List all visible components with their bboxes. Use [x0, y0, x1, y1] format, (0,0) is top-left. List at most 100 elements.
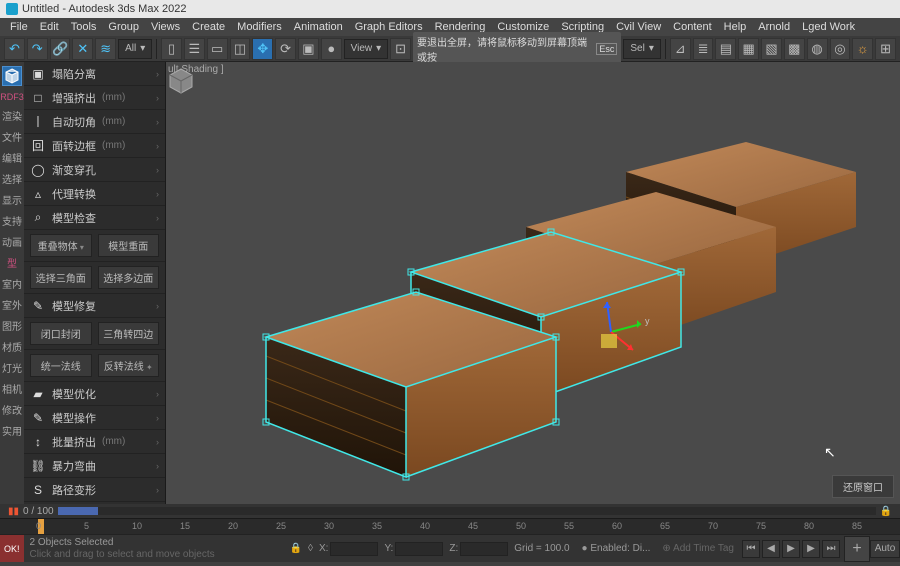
- select-name-button[interactable]: ☰: [184, 38, 205, 60]
- tool-surface-deform[interactable]: ⌇曲面变形›: [24, 502, 165, 504]
- rotate-button[interactable]: ⟳: [275, 38, 296, 60]
- bind-button[interactable]: ≋: [95, 38, 116, 60]
- tab-label[interactable]: 实用: [2, 423, 22, 438]
- tab-label[interactable]: 显示: [2, 192, 22, 207]
- btn-flip-normals[interactable]: 反转法线: [98, 354, 160, 377]
- tab-label[interactable]: 室外: [2, 297, 22, 312]
- tab-label[interactable]: 渲染: [2, 108, 22, 123]
- menu-content[interactable]: Content: [667, 21, 718, 33]
- placement-button[interactable]: ●: [321, 38, 342, 60]
- tab-label[interactable]: 室内: [2, 276, 22, 291]
- tool-batch-extrude[interactable]: ↕批量挤出(mm)›: [24, 430, 165, 454]
- tool-collapse-separate[interactable]: ▣塌陷分离›: [24, 62, 165, 86]
- perspective-viewport[interactable]: ult Shading ]: [166, 62, 900, 504]
- mirror-button[interactable]: ⊿: [670, 38, 691, 60]
- btn-tri-to-quad[interactable]: 三角转四边: [98, 322, 160, 345]
- menu-edit[interactable]: Edit: [34, 21, 65, 33]
- time-slider[interactable]: [58, 507, 876, 515]
- lock-sel-icon[interactable]: 🔒: [290, 543, 302, 554]
- tool-face-to-border[interactable]: 回面转边框(mm)›: [24, 134, 165, 158]
- btn-select-ngon[interactable]: 选择多边面: [98, 266, 160, 289]
- schematic-button[interactable]: ▧: [761, 38, 782, 60]
- ref-coord-system[interactable]: View▾: [344, 39, 389, 59]
- align-button[interactable]: ≣: [693, 38, 714, 60]
- scale-button[interactable]: ▣: [298, 38, 319, 60]
- tab-label[interactable]: 文件: [2, 129, 22, 144]
- render-frame-button[interactable]: ◎: [830, 38, 851, 60]
- window-crossing-button[interactable]: ◫: [230, 38, 251, 60]
- tab-label[interactable]: 灯光: [2, 360, 22, 375]
- unlink-button[interactable]: ✕: [72, 38, 93, 60]
- x-input[interactable]: [330, 542, 378, 556]
- selection-filter[interactable]: All▾: [118, 39, 152, 59]
- menu-group[interactable]: Group: [102, 21, 145, 33]
- isolate-icon[interactable]: ◊: [308, 543, 313, 554]
- status-bar: OK! 2 Objects Selected Click and drag to…: [0, 534, 900, 562]
- auto-key-button[interactable]: Auto: [870, 540, 900, 558]
- goto-end-button[interactable]: ⏭: [822, 540, 840, 558]
- tool-model-repair[interactable]: ✎模型修复›: [24, 294, 165, 318]
- play-button[interactable]: ▶: [782, 540, 800, 558]
- material-editor-button[interactable]: ▩: [784, 38, 805, 60]
- layers-button[interactable]: ▤: [715, 38, 736, 60]
- prev-frame-button[interactable]: ◀: [762, 540, 780, 558]
- tab-label[interactable]: 相机: [2, 381, 22, 396]
- z-input[interactable]: [460, 542, 508, 556]
- menu-arnold[interactable]: Arnold: [752, 21, 796, 33]
- tab-label[interactable]: 图形: [2, 318, 22, 333]
- tool-model-optimize[interactable]: ▰模型优化›: [24, 382, 165, 406]
- menu-animation[interactable]: Animation: [288, 21, 349, 33]
- tab-label[interactable]: 支持: [2, 213, 22, 228]
- select-button[interactable]: ▯: [161, 38, 182, 60]
- tab-label[interactable]: 编辑: [2, 150, 22, 165]
- chevron-right-icon: ›: [156, 301, 159, 311]
- timeline-ruler[interactable]: 0 5 10 15 20 25 30 35 40 45 50 55 60 65 …: [0, 518, 900, 534]
- render-button[interactable]: ☼: [852, 38, 873, 60]
- lock-icon[interactable]: 🔒: [880, 506, 892, 517]
- btn-unify-normals[interactable]: 统一法线: [30, 354, 92, 377]
- menu-modifiers[interactable]: Modifiers: [231, 21, 288, 33]
- tool-path-deform[interactable]: S路径变形›: [24, 478, 165, 502]
- move-button[interactable]: ✥: [252, 38, 273, 60]
- tab-label[interactable]: 修改: [2, 402, 22, 417]
- tab-label[interactable]: 材质: [2, 339, 22, 354]
- tool-proxy-convert[interactable]: ▵代理转换›: [24, 182, 165, 206]
- render-setup-button[interactable]: ◍: [807, 38, 828, 60]
- tab-label[interactable]: 选择: [2, 171, 22, 186]
- btn-dup-faces[interactable]: 模型重面: [98, 234, 160, 257]
- y-input[interactable]: [395, 542, 443, 556]
- menu-help[interactable]: Help: [718, 21, 753, 33]
- tab-cube-icon[interactable]: [2, 66, 22, 86]
- link-button[interactable]: 🔗: [50, 38, 71, 60]
- btn-cap-holes[interactable]: 闭口封闭: [30, 322, 92, 345]
- menu-views[interactable]: Views: [145, 21, 186, 33]
- tool-auto-chamfer[interactable]: 丨自动切角(mm)›: [24, 110, 165, 134]
- next-frame-button[interactable]: ▶: [802, 540, 820, 558]
- undo-button[interactable]: ↶: [4, 38, 25, 60]
- create-key-button[interactable]: +: [844, 536, 870, 562]
- tool-model-check[interactable]: ⌕模型检查›: [24, 206, 165, 230]
- ok-button[interactable]: OK!: [0, 535, 24, 562]
- named-sel-set[interactable]: Sel▾: [623, 39, 660, 59]
- btn-overlap-objects[interactable]: 重叠物体: [30, 234, 92, 257]
- menu-lged-work[interactable]: Lged Work: [796, 21, 861, 33]
- tool-force-bend[interactable]: ⛓暴力弯曲›: [24, 454, 165, 478]
- tab-label[interactable]: 动画: [2, 234, 22, 249]
- menu-create[interactable]: Create: [186, 21, 231, 33]
- menu-file[interactable]: File: [4, 21, 34, 33]
- render-prod-button[interactable]: ⊞: [875, 38, 896, 60]
- tab-label[interactable]: RDF3: [0, 92, 24, 102]
- use-center-button[interactable]: ⊡: [390, 38, 411, 60]
- btn-select-tri[interactable]: 选择三角面: [30, 266, 92, 289]
- tool-gradient-perforate[interactable]: ◯渐变穿孔›: [24, 158, 165, 182]
- tool-enhanced-extrude[interactable]: □增强挤出(mm)›: [24, 86, 165, 110]
- menu-tools[interactable]: Tools: [65, 21, 103, 33]
- tool-model-operate[interactable]: ✎模型操作›: [24, 406, 165, 430]
- add-time-tag[interactable]: ⊕ Add Time Tag: [662, 543, 734, 554]
- curve-editor-button[interactable]: ▦: [738, 38, 759, 60]
- reset-viewport-button[interactable]: 还原窗口: [832, 475, 894, 498]
- tab-label[interactable]: 型: [7, 255, 17, 270]
- goto-start-button[interactable]: ⏮: [742, 540, 760, 558]
- select-region-button[interactable]: ▭: [207, 38, 228, 60]
- redo-button[interactable]: ↷: [27, 38, 48, 60]
